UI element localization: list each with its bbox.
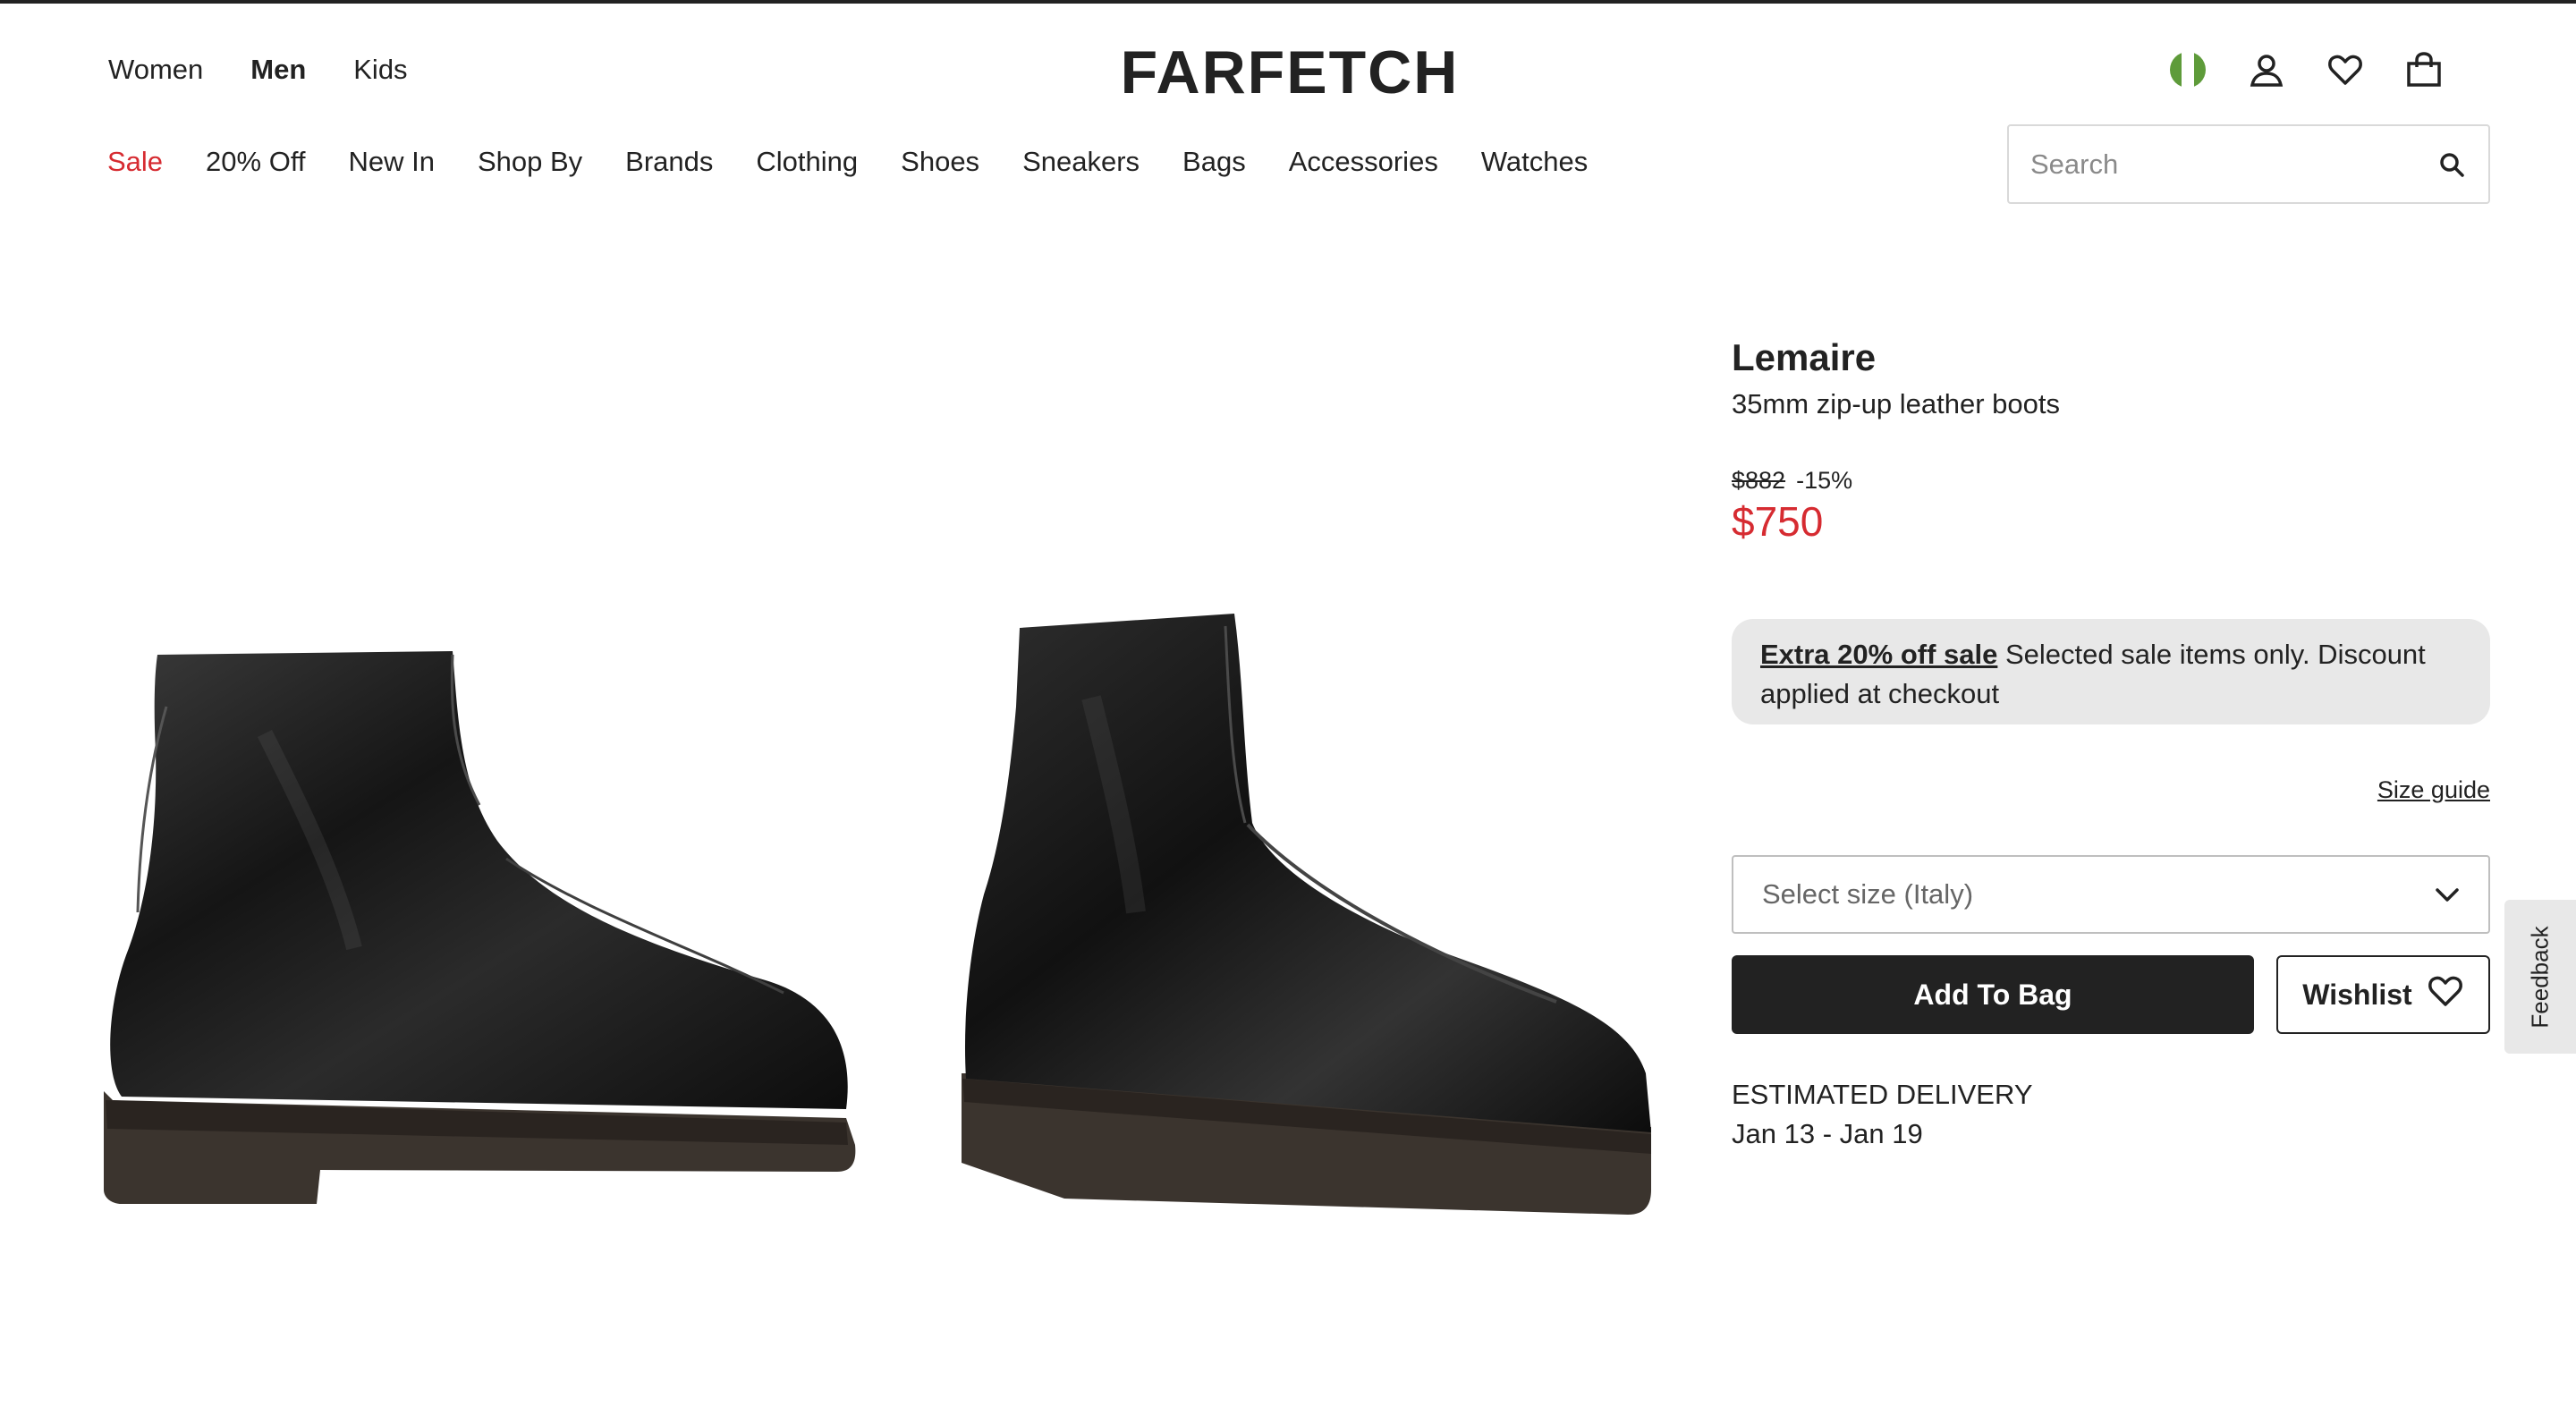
feedback-tab[interactable]: Feedback: [2504, 900, 2576, 1054]
shopping-bag-icon[interactable]: [2404, 50, 2444, 89]
region-flag-icon[interactable]: [2168, 50, 2207, 89]
nav-item-shoes[interactable]: Shoes: [901, 146, 979, 178]
gender-tab-women[interactable]: Women: [108, 54, 203, 86]
gender-tab-kids[interactable]: Kids: [353, 54, 407, 86]
nav-item-accessories[interactable]: Accessories: [1289, 146, 1438, 178]
sale-price: $750: [1732, 498, 1824, 545]
search-icon[interactable]: [2436, 149, 2467, 180]
add-to-bag-button[interactable]: Add To Bag: [1732, 955, 2254, 1034]
wishlist-heart-icon[interactable]: [2326, 50, 2365, 89]
original-price: $882: [1732, 467, 1786, 494]
wishlist-button-label: Wishlist: [2302, 978, 2412, 1011]
price-row: $882 -15%: [1732, 467, 1852, 495]
discount-badge: -15%: [1796, 467, 1853, 494]
nav-item-sale[interactable]: Sale: [107, 146, 163, 178]
search-box: [2007, 124, 2490, 204]
promo-banner: Extra 20% off sale Selected sale items o…: [1732, 619, 2490, 724]
nav-item-watches[interactable]: Watches: [1481, 146, 1588, 178]
top-border: [0, 0, 2576, 4]
nav-item-brands[interactable]: Brands: [625, 146, 713, 178]
product-brand[interactable]: Lemaire: [1732, 336, 1876, 379]
wishlist-button[interactable]: Wishlist: [2276, 955, 2490, 1034]
logo-text: FARFETCH: [1121, 39, 1460, 104]
delivery-label: ESTIMATED DELIVERY: [1732, 1079, 2033, 1110]
nav-item-clothing[interactable]: Clothing: [756, 146, 858, 178]
gender-tab-men[interactable]: Men: [250, 54, 306, 86]
category-nav: Sale 20% Off New In Shop By Brands Cloth…: [107, 146, 1588, 178]
gender-nav: Women Men Kids: [108, 54, 408, 86]
delivery-dates: Jan 13 - Jan 19: [1732, 1118, 1923, 1149]
nav-item-20-off[interactable]: 20% Off: [206, 146, 305, 178]
search-input[interactable]: [2030, 148, 2436, 181]
product-name: 35mm zip-up leather boots: [1732, 388, 2061, 419]
heart-icon: [2427, 974, 2464, 1015]
nav-item-bags[interactable]: Bags: [1182, 146, 1246, 178]
nav-item-new-in[interactable]: New In: [348, 146, 434, 178]
farfetch-logo[interactable]: FARFETCH: [1106, 39, 1473, 104]
account-icon[interactable]: [2247, 50, 2286, 89]
size-select-label: Select size (Italy): [1762, 878, 1974, 910]
size-select[interactable]: Select size (Italy): [1732, 855, 2490, 934]
feedback-label: Feedback: [2526, 925, 2554, 1029]
nav-item-sneakers[interactable]: Sneakers: [1022, 146, 1140, 178]
product-image-front-view[interactable]: [930, 572, 1717, 1234]
chevron-down-icon: [2435, 878, 2460, 911]
size-guide-link[interactable]: Size guide: [2377, 776, 2490, 804]
promo-link[interactable]: Extra 20% off sale: [1760, 639, 1997, 670]
header-icons: [2168, 50, 2444, 89]
product-image-side-view[interactable]: [86, 572, 873, 1234]
nav-item-shop-by[interactable]: Shop By: [478, 146, 582, 178]
